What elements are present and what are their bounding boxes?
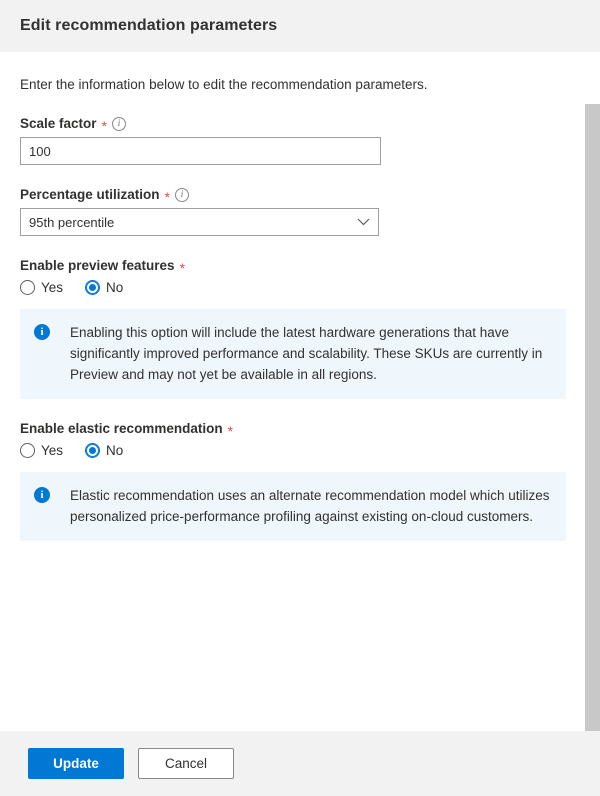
panel-header: Edit recommendation parameters <box>0 0 600 52</box>
field-percentage-utilization: Percentage utilization * i 95th percenti… <box>20 187 580 236</box>
percentage-utilization-selected-value: 95th percentile <box>29 215 114 230</box>
info-banner-text: Elastic recommendation uses an alternate… <box>70 485 550 527</box>
scrollbar-track[interactable] <box>585 104 600 731</box>
radio-preview-no[interactable]: No <box>85 280 123 295</box>
radio-elastic-no[interactable]: No <box>85 443 123 458</box>
radio-mark <box>85 443 100 458</box>
percentage-utilization-label-row: Percentage utilization * i <box>20 187 580 202</box>
info-banner-elastic-recommendation: i Elastic recommendation uses an alterna… <box>20 472 566 541</box>
panel-footer: Update Cancel <box>0 731 600 796</box>
scrollbar-thumb[interactable] <box>585 104 600 731</box>
intro-text: Enter the information below to edit the … <box>20 52 580 94</box>
enable-elastic-recommendation-label: Enable elastic recommendation <box>20 421 223 436</box>
info-icon[interactable]: i <box>175 188 189 202</box>
radio-label: Yes <box>41 280 63 295</box>
percentage-utilization-select-wrap: 95th percentile <box>20 208 379 236</box>
field-scale-factor: Scale factor * i <box>20 116 580 165</box>
info-banner-preview-features: i Enabling this option will include the … <box>20 309 566 399</box>
page-title: Edit recommendation parameters <box>20 17 277 35</box>
scale-factor-label: Scale factor <box>20 116 97 131</box>
radio-mark <box>85 280 100 295</box>
edit-recommendation-parameters-panel: Edit recommendation parameters Enter the… <box>0 0 600 796</box>
required-asterisk: * <box>180 263 185 273</box>
percentage-utilization-label: Percentage utilization <box>20 187 160 202</box>
field-enable-preview-features: Enable preview features * Yes No i Enabl… <box>20 258 580 399</box>
scale-factor-label-row: Scale factor * i <box>20 116 580 131</box>
radio-elastic-yes[interactable]: Yes <box>20 443 63 458</box>
panel-body: Enter the information below to edit the … <box>0 52 600 731</box>
cancel-button[interactable]: Cancel <box>138 748 234 779</box>
radio-mark <box>20 280 35 295</box>
scale-factor-input[interactable] <box>20 137 381 165</box>
radio-mark <box>20 443 35 458</box>
required-asterisk: * <box>102 121 107 131</box>
percentage-utilization-select[interactable]: 95th percentile <box>20 208 379 236</box>
enable-preview-features-label-row: Enable preview features * <box>20 258 580 273</box>
update-button[interactable]: Update <box>28 748 124 779</box>
info-icon: i <box>34 487 50 503</box>
radio-preview-yes[interactable]: Yes <box>20 280 63 295</box>
radio-label: No <box>106 280 123 295</box>
radio-label: No <box>106 443 123 458</box>
enable-preview-features-label: Enable preview features <box>20 258 175 273</box>
info-icon[interactable]: i <box>112 117 126 131</box>
enable-preview-features-radio-group: Yes No <box>20 280 580 295</box>
required-asterisk: * <box>165 192 170 202</box>
field-enable-elastic-recommendation: Enable elastic recommendation * Yes No i… <box>20 421 580 541</box>
info-banner-text: Enabling this option will include the la… <box>70 322 550 385</box>
enable-elastic-recommendation-radio-group: Yes No <box>20 443 580 458</box>
radio-label: Yes <box>41 443 63 458</box>
required-asterisk: * <box>228 426 233 436</box>
info-icon: i <box>34 324 50 340</box>
enable-elastic-recommendation-label-row: Enable elastic recommendation * <box>20 421 580 436</box>
